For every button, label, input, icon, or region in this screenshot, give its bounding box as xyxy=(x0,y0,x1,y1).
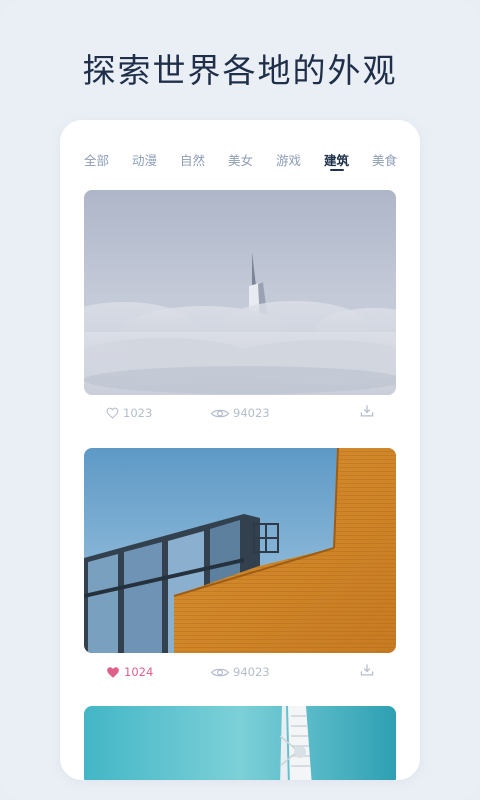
sail-tower-image xyxy=(84,706,396,780)
eye-icon xyxy=(211,409,229,417)
skyscraper-clouds-image xyxy=(84,190,396,395)
download-icon[interactable] xyxy=(360,663,374,677)
heart-filled-icon xyxy=(107,666,119,678)
wallpaper-card-1[interactable] xyxy=(84,190,396,395)
tab-food[interactable]: 美食 xyxy=(372,150,420,174)
heart-outline-icon xyxy=(106,407,119,419)
app-screen: 探索世界各地的外观 全部 动漫 自然 美女 游戏 建筑 美食 1023 9402… xyxy=(0,0,480,800)
tab-all[interactable]: 全部 xyxy=(84,150,132,174)
tab-architecture[interactable]: 建筑 xyxy=(324,150,372,174)
view-count: 94023 xyxy=(233,665,270,679)
like-count: 1024 xyxy=(124,665,154,679)
card-2-stats: 1024 94023 xyxy=(84,659,396,685)
tab-anime[interactable]: 动漫 xyxy=(132,150,180,174)
tab-games[interactable]: 游戏 xyxy=(276,150,324,174)
wallpaper-card-3[interactable] xyxy=(84,706,396,780)
like-button[interactable]: 1023 xyxy=(106,406,152,420)
download-icon[interactable] xyxy=(360,404,374,418)
tab-nature[interactable]: 自然 xyxy=(180,150,228,174)
eye-icon xyxy=(211,668,229,676)
view-stats: 94023 xyxy=(211,406,270,420)
modern-building-image xyxy=(84,448,396,653)
view-count: 94023 xyxy=(233,406,270,420)
phone-frame: 全部 动漫 自然 美女 游戏 建筑 美食 1023 94023 1024 940… xyxy=(60,120,420,780)
tab-beauty[interactable]: 美女 xyxy=(228,150,276,174)
wallpaper-card-2[interactable] xyxy=(84,448,396,653)
headline: 探索世界各地的外观 xyxy=(82,51,398,90)
like-button[interactable]: 1024 xyxy=(106,665,153,679)
view-stats: 94023 xyxy=(211,665,270,679)
like-count: 1023 xyxy=(123,406,153,420)
category-tabs: 全部 动漫 自然 美女 游戏 建筑 美食 xyxy=(84,150,420,174)
card-1-stats: 1023 94023 xyxy=(84,400,396,426)
